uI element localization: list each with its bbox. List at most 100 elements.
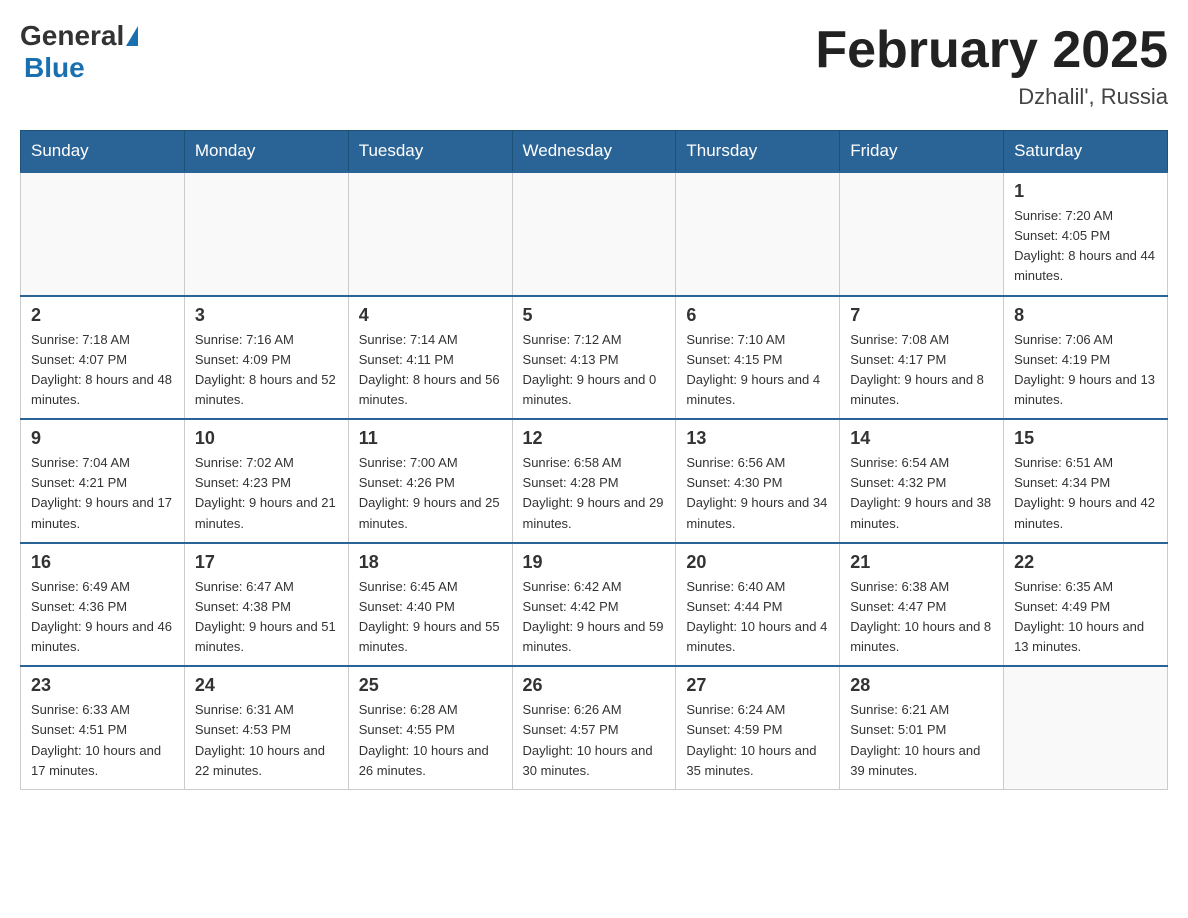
day-info: Sunrise: 6:35 AM Sunset: 4:49 PM Dayligh… [1014,577,1157,658]
logo: General Blue [20,20,138,84]
day-info: Sunrise: 7:16 AM Sunset: 4:09 PM Dayligh… [195,330,338,411]
day-info: Sunrise: 7:06 AM Sunset: 4:19 PM Dayligh… [1014,330,1157,411]
day-number: 26 [523,675,666,696]
day-info: Sunrise: 6:47 AM Sunset: 4:38 PM Dayligh… [195,577,338,658]
day-cell [676,172,840,296]
day-info: Sunrise: 7:02 AM Sunset: 4:23 PM Dayligh… [195,453,338,534]
day-cell: 15 Sunrise: 6:51 AM Sunset: 4:34 PM Dayli… [1004,419,1168,543]
day-cell: 24 Sunrise: 6:31 AM Sunset: 4:53 PM Dayli… [184,666,348,789]
weekday-header-saturday: Saturday [1004,131,1168,173]
day-cell [184,172,348,296]
day-number: 22 [1014,552,1157,573]
weekday-header-row: SundayMondayTuesdayWednesdayThursdayFrid… [21,131,1168,173]
day-number: 8 [1014,305,1157,326]
day-info: Sunrise: 6:38 AM Sunset: 4:47 PM Dayligh… [850,577,993,658]
week-row-2: 2 Sunrise: 7:18 AM Sunset: 4:07 PM Daylig… [21,296,1168,420]
day-number: 15 [1014,428,1157,449]
day-number: 20 [686,552,829,573]
day-number: 1 [1014,181,1157,202]
day-cell: 23Sunrise: 6:33 AM Sunset: 4:51 PM Dayli… [21,666,185,789]
day-cell: 12 Sunrise: 6:58 AM Sunset: 4:28 PM Dayli… [512,419,676,543]
day-info: Sunrise: 7:14 AM Sunset: 4:11 PM Dayligh… [359,330,502,411]
day-number: 7 [850,305,993,326]
day-cell: 9 Sunrise: 7:04 AM Sunset: 4:21 PM Daylig… [21,419,185,543]
day-info: Sunrise: 6:58 AM Sunset: 4:28 PM Dayligh… [523,453,666,534]
day-number: 6 [686,305,829,326]
day-number: 11 [359,428,502,449]
day-cell: 1 Sunrise: 7:20 AM Sunset: 4:05 PM Daylig… [1004,172,1168,296]
day-info: Sunrise: 6:28 AM Sunset: 4:55 PM Dayligh… [359,700,502,781]
day-info: Sunrise: 6:42 AM Sunset: 4:42 PM Dayligh… [523,577,666,658]
day-info: Sunrise: 6:54 AM Sunset: 4:32 PM Dayligh… [850,453,993,534]
logo-general: General [20,20,124,52]
day-cell: 6Sunrise: 7:10 AM Sunset: 4:15 PM Daylig… [676,296,840,420]
month-title: February 2025 [815,20,1168,80]
day-cell: 17 Sunrise: 6:47 AM Sunset: 4:38 PM Dayli… [184,543,348,667]
day-cell: 14 Sunrise: 6:54 AM Sunset: 4:32 PM Dayli… [840,419,1004,543]
week-row-1: 1 Sunrise: 7:20 AM Sunset: 4:05 PM Daylig… [21,172,1168,296]
day-info: Sunrise: 7:08 AM Sunset: 4:17 PM Dayligh… [850,330,993,411]
day-number: 19 [523,552,666,573]
day-info: Sunrise: 6:45 AM Sunset: 4:40 PM Dayligh… [359,577,502,658]
day-cell: 7 Sunrise: 7:08 AM Sunset: 4:17 PM Daylig… [840,296,1004,420]
day-info: Sunrise: 7:18 AM Sunset: 4:07 PM Dayligh… [31,330,174,411]
weekday-header-friday: Friday [840,131,1004,173]
day-number: 21 [850,552,993,573]
day-cell: 21 Sunrise: 6:38 AM Sunset: 4:47 PM Dayli… [840,543,1004,667]
day-number: 14 [850,428,993,449]
day-number: 2 [31,305,174,326]
day-info: Sunrise: 7:20 AM Sunset: 4:05 PM Dayligh… [1014,206,1157,287]
week-row-4: 16 Sunrise: 6:49 AM Sunset: 4:36 PM Dayli… [21,543,1168,667]
title-block: February 2025 Dzhalil', Russia [815,20,1168,110]
day-cell: 11 Sunrise: 7:00 AM Sunset: 4:26 PM Dayli… [348,419,512,543]
day-info: Sunrise: 6:40 AM Sunset: 4:44 PM Dayligh… [686,577,829,658]
day-number: 10 [195,428,338,449]
day-info: Sunrise: 6:33 AM Sunset: 4:51 PM Dayligh… [31,700,174,781]
day-number: 13 [686,428,829,449]
day-info: Sunrise: 7:04 AM Sunset: 4:21 PM Dayligh… [31,453,174,534]
day-cell: 8 Sunrise: 7:06 AM Sunset: 4:19 PM Daylig… [1004,296,1168,420]
day-info: Sunrise: 6:51 AM Sunset: 4:34 PM Dayligh… [1014,453,1157,534]
weekday-header-tuesday: Tuesday [348,131,512,173]
day-cell: 19 Sunrise: 6:42 AM Sunset: 4:42 PM Dayli… [512,543,676,667]
day-cell: 3 Sunrise: 7:16 AM Sunset: 4:09 PM Daylig… [184,296,348,420]
weekday-header-thursday: Thursday [676,131,840,173]
day-cell [840,172,1004,296]
day-number: 25 [359,675,502,696]
day-info: Sunrise: 6:26 AM Sunset: 4:57 PM Dayligh… [523,700,666,781]
day-cell: 22 Sunrise: 6:35 AM Sunset: 4:49 PM Dayli… [1004,543,1168,667]
day-cell: 26 Sunrise: 6:26 AM Sunset: 4:57 PM Dayli… [512,666,676,789]
day-cell: 13 Sunrise: 6:56 AM Sunset: 4:30 PM Dayli… [676,419,840,543]
day-cell: 2 Sunrise: 7:18 AM Sunset: 4:07 PM Daylig… [21,296,185,420]
weekday-header-wednesday: Wednesday [512,131,676,173]
day-info: Sunrise: 6:49 AM Sunset: 4:36 PM Dayligh… [31,577,174,658]
day-info: Sunrise: 6:24 AM Sunset: 4:59 PM Dayligh… [686,700,829,781]
day-info: Sunrise: 7:00 AM Sunset: 4:26 PM Dayligh… [359,453,502,534]
day-number: 5 [523,305,666,326]
location: Dzhalil', Russia [815,84,1168,110]
weekday-header-monday: Monday [184,131,348,173]
day-number: 16 [31,552,174,573]
day-cell: 25 Sunrise: 6:28 AM Sunset: 4:55 PM Dayli… [348,666,512,789]
logo-blue: Blue [24,52,85,84]
day-cell [1004,666,1168,789]
weekday-header-sunday: Sunday [21,131,185,173]
day-cell: 18Sunrise: 6:45 AM Sunset: 4:40 PM Dayli… [348,543,512,667]
day-cell: 27 Sunrise: 6:24 AM Sunset: 4:59 PM Dayli… [676,666,840,789]
day-cell: 10 Sunrise: 7:02 AM Sunset: 4:23 PM Dayli… [184,419,348,543]
logo-triangle-icon [126,26,138,46]
day-number: 27 [686,675,829,696]
day-number: 9 [31,428,174,449]
day-number: 4 [359,305,502,326]
day-info: Sunrise: 6:56 AM Sunset: 4:30 PM Dayligh… [686,453,829,534]
week-row-5: 23Sunrise: 6:33 AM Sunset: 4:51 PM Dayli… [21,666,1168,789]
day-number: 17 [195,552,338,573]
day-info: Sunrise: 7:12 AM Sunset: 4:13 PM Dayligh… [523,330,666,411]
day-cell [21,172,185,296]
day-info: Sunrise: 6:31 AM Sunset: 4:53 PM Dayligh… [195,700,338,781]
day-info: Sunrise: 6:21 AM Sunset: 5:01 PM Dayligh… [850,700,993,781]
day-cell: 16 Sunrise: 6:49 AM Sunset: 4:36 PM Dayli… [21,543,185,667]
day-number: 24 [195,675,338,696]
day-number: 3 [195,305,338,326]
day-number: 12 [523,428,666,449]
